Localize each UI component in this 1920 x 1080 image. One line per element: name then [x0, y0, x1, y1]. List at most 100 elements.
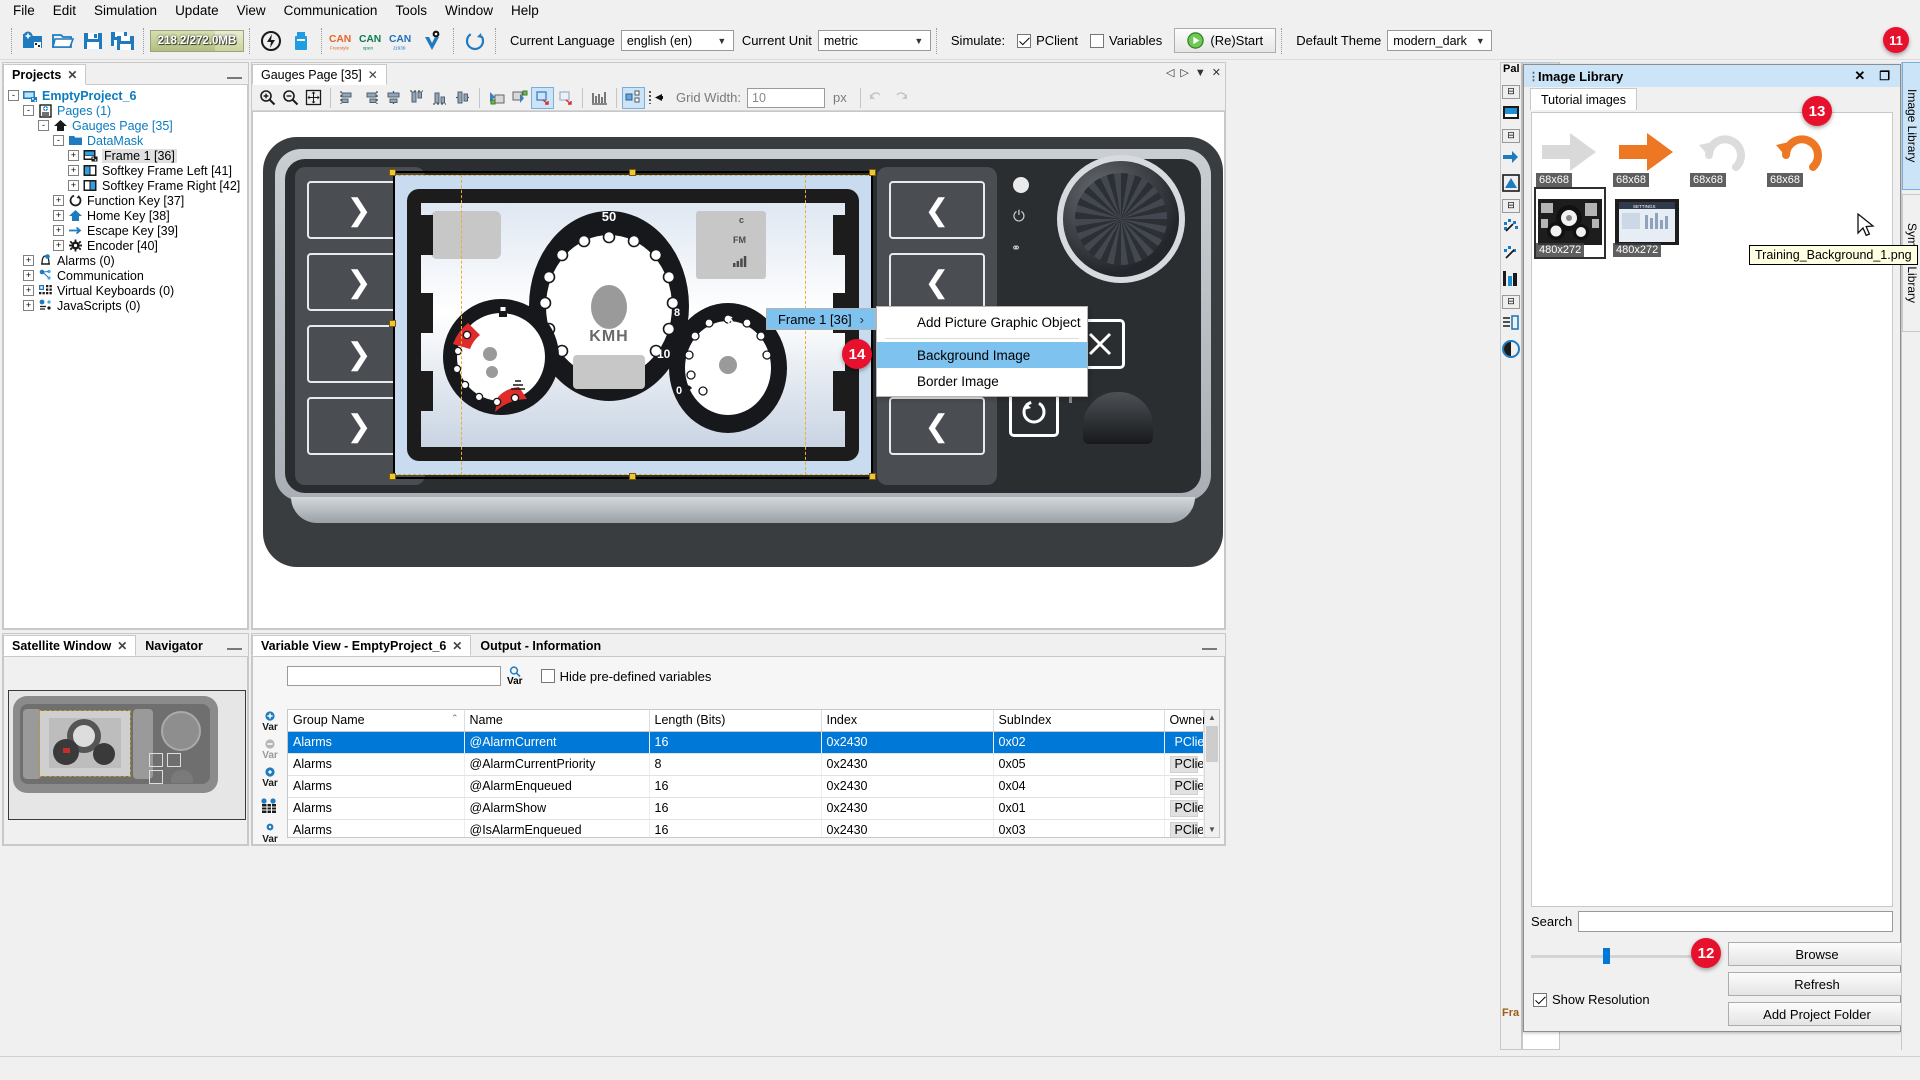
hide-predefined-checkbox[interactable]: Hide pre-defined variables [540, 669, 711, 684]
tab-list-icon[interactable]: ▼ [1195, 67, 1206, 79]
can-freestyle-icon[interactable]: CAN Freestyle [328, 26, 358, 56]
tree-item-pages-1[interactable]: - Pages (1) [4, 103, 247, 118]
align-middle-icon[interactable] [451, 87, 474, 109]
table-row[interactable]: Alarms @AlarmCurrentPriority 8 0x2430 0x05 PC… [288, 753, 1204, 776]
softkey-right-4[interactable]: ❮ [889, 397, 985, 455]
column-header-group-name[interactable]: Group Name ⌃ [288, 710, 465, 732]
variable-table-scrollbar[interactable]: ▲ ▼ [1204, 710, 1219, 837]
cell-owner[interactable]: PClient▼ [1164, 775, 1204, 798]
expand-icon[interactable]: + [53, 195, 64, 206]
bring-to-front-icon[interactable] [508, 87, 531, 109]
cell-owner[interactable]: PClient▼ [1164, 797, 1204, 820]
menu-item-background-image[interactable]: Background Image [877, 342, 1087, 368]
palette-strip[interactable]: Pal ⊟ ⊟ ⊟ ⊟ Fra [1500, 62, 1522, 1050]
menu-tools[interactable]: Tools [386, 0, 436, 22]
save-icon[interactable] [78, 26, 108, 56]
zoom-out-icon[interactable] [279, 87, 302, 109]
image-thumbnail[interactable]: 68x68 [1767, 119, 1835, 187]
image-library-thumbnails[interactable]: 68x68 68x68 68x68 68x68 480x272 SETTINGS 480x2… [1531, 112, 1893, 907]
close-tab-icon[interactable]: ✕ [1212, 66, 1221, 79]
align-bottom-icon[interactable] [428, 87, 451, 109]
usb-drive-icon[interactable] [286, 26, 316, 56]
expand-icon[interactable]: + [53, 210, 64, 221]
search-var-icon[interactable]: Var [507, 666, 523, 687]
float-icon[interactable]: ❐ [1873, 69, 1896, 83]
menu-update[interactable]: Update [166, 0, 228, 22]
image-thumbnail[interactable]: 68x68 [1613, 119, 1681, 187]
tree-item-emptyproject-6[interactable]: - EmptyProject_6 [4, 88, 247, 103]
tree-item-frame-1-36[interactable]: + Frame 1 [36] [4, 148, 247, 163]
move-icon[interactable] [645, 87, 668, 109]
scroll-down-icon[interactable]: ▼ [1205, 822, 1219, 837]
palette-group-collapse-1[interactable]: ⊟ [1502, 85, 1520, 99]
menu-item-add-picture-graphic-object[interactable]: Add Picture Graphic Object [877, 309, 1087, 335]
triangle-tool-icon[interactable] [1502, 173, 1520, 193]
tab-tutorial-images[interactable]: Tutorial images [1530, 88, 1637, 110]
tree-item-javascripts-0[interactable]: + JavaScripts (0) [4, 298, 247, 313]
gauge-tool-icon[interactable] [1502, 217, 1520, 237]
expand-icon[interactable]: + [68, 180, 79, 191]
zoom-in-icon[interactable] [256, 87, 279, 109]
tab-variable-view[interactable]: Variable View - EmptyProject_6 ✕ [252, 635, 472, 656]
show-resolution-checkbox[interactable]: Show Resolution [1533, 992, 1650, 1007]
variable-search-input[interactable] [287, 666, 501, 686]
add-variable-icon[interactable]: Var [253, 709, 287, 734]
scroll-thumb[interactable] [1206, 726, 1218, 762]
image-thumbnail[interactable]: 68x68 [1690, 119, 1758, 187]
tab-projects[interactable]: Projects ✕ [3, 64, 87, 85]
tree-item-escape-key-39[interactable]: + Escape Key [39] [4, 223, 247, 238]
column-header-length-bits[interactable]: Length (Bits) [649, 710, 822, 732]
satellite-preview[interactable] [3, 656, 248, 845]
refresh-icon[interactable] [460, 26, 490, 56]
tree-item-alarms-0[interactable]: + Alarms (0) [4, 253, 247, 268]
ruler-icon[interactable] [588, 87, 611, 109]
tree-item-encoder-40[interactable]: + Encoder [40] [4, 238, 247, 253]
next-page-icon[interactable]: ▷ [1180, 66, 1188, 79]
can-open-icon[interactable]: CAN open [358, 26, 388, 56]
owner-select[interactable]: PClient▼ [1169, 821, 1203, 837]
collapse-icon[interactable]: - [23, 105, 34, 116]
meter-tool-icon[interactable] [1502, 243, 1520, 263]
owner-select[interactable]: PClient▼ [1169, 799, 1203, 817]
refresh-button[interactable]: Refresh [1728, 972, 1906, 996]
align-center-icon[interactable] [382, 87, 405, 109]
resize-object-icon[interactable] [531, 86, 554, 109]
tab-gauges-page[interactable]: Gauges Page [35] ✕ [252, 64, 387, 85]
prev-page-icon[interactable]: ◁ [1166, 66, 1174, 79]
remove-variable-icon[interactable]: Var [253, 737, 287, 762]
tree-item-softkey-frame-right-42[interactable]: + Softkey Frame Right [42] [4, 178, 247, 193]
open-folder-icon[interactable] [48, 26, 78, 56]
column-header-name[interactable]: Name [464, 710, 650, 732]
softkey-right-2[interactable]: ❮ [889, 253, 985, 311]
snap-to-grid-icon[interactable] [622, 86, 645, 109]
project-tree[interactable]: - EmptyProject_6- Pages (1) - Gauges Page [3… [3, 84, 248, 629]
properties-tab-label[interactable]: Fra [1502, 1007, 1522, 1019]
vector-icon[interactable] [418, 26, 448, 56]
align-left-icon[interactable] [336, 87, 359, 109]
tab-output-information[interactable]: Output - Information [471, 635, 611, 656]
align-right-icon[interactable] [359, 87, 382, 109]
collapse-icon[interactable]: - [38, 120, 49, 131]
slider-knob[interactable] [1603, 948, 1610, 964]
settings-variable-icon[interactable]: Var [253, 821, 287, 846]
add-project-folder-button[interactable]: Add Project Folder [1728, 1002, 1906, 1026]
expand-icon[interactable]: + [53, 225, 64, 236]
menu-item-border-image[interactable]: Border Image [877, 368, 1087, 394]
softkey-right-1[interactable]: ❮ [889, 181, 985, 239]
browse-button[interactable]: Browse [1728, 942, 1906, 966]
resize-frame-icon[interactable] [554, 87, 577, 109]
menu-file[interactable]: File [4, 0, 44, 22]
expand-icon[interactable]: + [53, 240, 64, 251]
tree-item-gauges-page-35[interactable]: - Gauges Page [35] [4, 118, 247, 133]
column-header-owner[interactable]: Owner [1164, 710, 1204, 732]
unit-select[interactable]: metric ▼ [817, 30, 931, 51]
variable-view-minimize-button[interactable]: — [1194, 641, 1225, 656]
column-header-index[interactable]: Index [821, 710, 994, 732]
tab-satellite-window[interactable]: Satellite Window ✕ [3, 635, 137, 656]
close-icon[interactable]: ✕ [1846, 68, 1873, 84]
menu-simulation[interactable]: Simulation [85, 0, 166, 22]
expand-icon[interactable]: + [23, 300, 34, 311]
bargraph-tool-icon[interactable] [1502, 269, 1520, 289]
owner-select[interactable]: PClient▼ [1169, 733, 1203, 751]
pclient-checkbox[interactable]: PClient [1017, 33, 1078, 48]
